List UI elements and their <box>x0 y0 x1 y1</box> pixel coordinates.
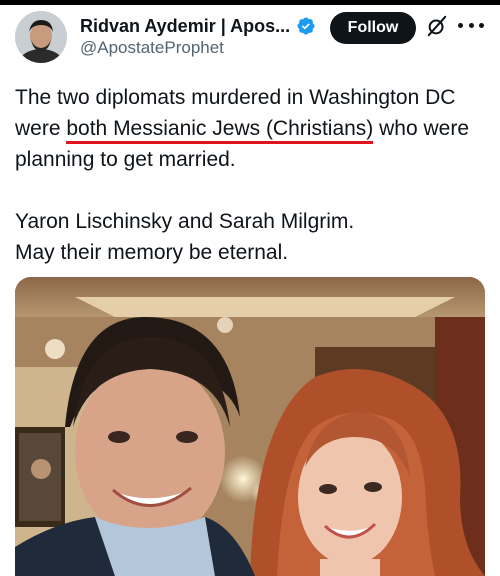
verified-badge-icon <box>297 17 315 35</box>
tweet-text-segment: were <box>15 117 67 140</box>
top-edge-bar <box>0 0 500 5</box>
tweet-text-segment: who were <box>373 117 470 140</box>
tweet-line: Yaron Lischinsky and Sarah Milgrim. <box>15 210 355 233</box>
tweet-line: planning to get married. <box>15 148 236 171</box>
follow-button[interactable]: Follow <box>330 12 416 44</box>
tweet-line: were both Messianic Jews (Christians) wh… <box>15 113 495 144</box>
avatar[interactable] <box>15 11 67 63</box>
more-options-icon[interactable] <box>458 16 484 34</box>
tweet-line: May their memory be eternal. <box>15 241 289 264</box>
tweet-photo[interactable] <box>15 277 485 576</box>
author-handle[interactable]: @ApostateProphet <box>80 38 224 58</box>
tweet-text: The two diplomats murdered in Washington… <box>15 82 495 268</box>
author-display-name[interactable]: Ridvan Aydemir | Apos... <box>80 16 290 37</box>
highlighted-phrase: both Messianic Jews (Christians) <box>66 117 374 144</box>
grok-icon[interactable] <box>426 15 448 37</box>
tweet-line: The two diplomats murdered in Washington… <box>15 86 456 109</box>
author-name-row[interactable]: Ridvan Aydemir | Apos... <box>80 13 316 39</box>
